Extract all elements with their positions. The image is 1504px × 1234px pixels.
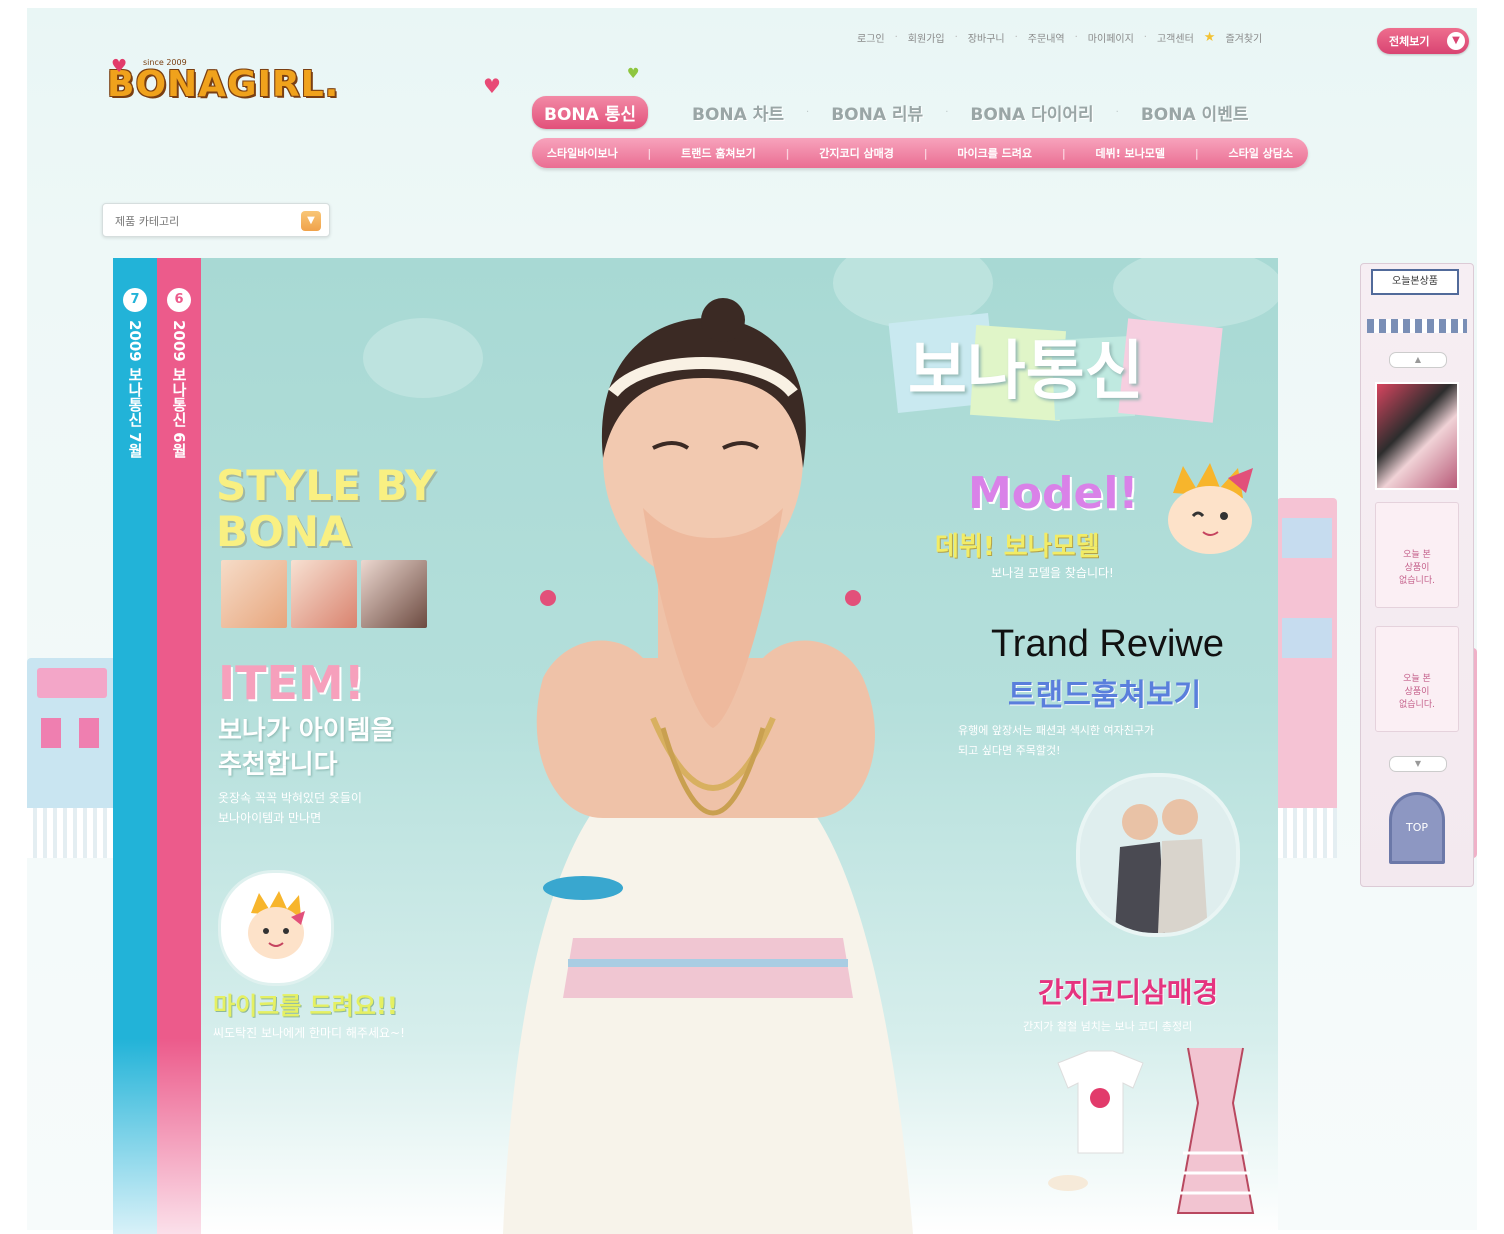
- nav-bona-diary[interactable]: BONA 다이어리: [970, 100, 1093, 125]
- category-select[interactable]: 제품 카테고리 ▼: [102, 203, 330, 237]
- trend-description-line: 유행에 앞장서는 패션과 색시한 여자친구가: [958, 724, 1155, 737]
- item-description: 옷장속 꼭꼭 박혀있던 옷들이 보나아이템과 만나면: [218, 788, 362, 828]
- model-description: 보나걸 모델을 찾습니다!: [991, 566, 1114, 580]
- logo-since: since 2009: [143, 58, 187, 67]
- style-by-line: STYLE BY: [216, 461, 436, 510]
- awning-decoration: [1367, 319, 1467, 333]
- trend-photo[interactable]: [1076, 773, 1240, 937]
- model-title[interactable]: Model!: [968, 468, 1139, 519]
- model-photo: [503, 298, 913, 1234]
- subnav-mic[interactable]: 마이크를 드려요: [957, 145, 1032, 161]
- chevron-down-icon: ▼: [301, 211, 321, 231]
- empty-text-line: 오늘 본: [1403, 550, 1431, 560]
- item-description-line: 보나아이템과 만나면: [218, 811, 322, 825]
- mic-title[interactable]: 마이크를 드려요!!: [213, 986, 398, 1021]
- nav-separator: ·: [1115, 107, 1119, 118]
- recent-item-empty-slot: 오늘 본 상품이 없습니다.: [1375, 502, 1459, 608]
- nav-bona-review[interactable]: BONA 리뷰: [831, 100, 923, 125]
- nav-separator: ·: [806, 107, 810, 118]
- issue-label: 2009 보나통신 6월: [170, 320, 188, 458]
- empty-text-line: 상품이: [1404, 687, 1430, 697]
- trend-photo-image: [1080, 777, 1236, 933]
- chevron-down-icon: ▼: [1447, 32, 1465, 50]
- recent-item-empty-slot: 오늘 본 상품이 없습니다.: [1375, 626, 1459, 732]
- recent-item-thumbnail[interactable]: [1375, 382, 1459, 490]
- trend-review-title[interactable]: Trand Reviwe: [991, 623, 1224, 666]
- mic-character-image[interactable]: [218, 870, 334, 986]
- character-icon: [248, 891, 305, 959]
- style-by-bona-title[interactable]: STYLE BY BONA: [216, 463, 436, 555]
- util-favorite-link[interactable]: 즐겨찾기: [1225, 30, 1262, 45]
- scroll-down-button[interactable]: ▼: [1389, 756, 1447, 772]
- top-label: TOP: [1405, 821, 1428, 834]
- util-mypage-link[interactable]: 마이페이지: [1088, 30, 1134, 45]
- issue-tab-june[interactable]: 6 2009 보나통신 6월: [157, 258, 201, 1234]
- all-view-label: 전체보기: [1389, 35, 1430, 48]
- logo-text: BONAGIRL.: [107, 64, 340, 105]
- top-button[interactable]: TOP: [1389, 792, 1445, 864]
- hero-banner: 7 2009 보나통신 7월 6 2009 보나통신 6월 STYLE BY B…: [113, 258, 1278, 1234]
- empty-text-line: 없습니다.: [1399, 576, 1435, 586]
- heart-icon: ♥: [483, 74, 501, 98]
- ganji-codi-description: 간지가 철철 넘치는 보나 코디 총정리: [1023, 1020, 1193, 1033]
- nav-separator: ·: [945, 107, 949, 118]
- ganji-codi-title[interactable]: 간지코디삼매경: [1038, 971, 1218, 1011]
- house-illustration: [1277, 498, 1337, 858]
- issue-number: 6: [167, 288, 191, 312]
- nav-bona-event[interactable]: BONA 이벤트: [1141, 100, 1249, 125]
- trend-description-line: 되고 싶다면 주목할것!: [958, 744, 1061, 757]
- empty-text-line: 상품이: [1404, 563, 1430, 573]
- cat-character-icon: [1168, 463, 1253, 554]
- subnav-model[interactable]: 데뷔! 보나모델: [1095, 145, 1165, 161]
- star-icon: ★: [1203, 30, 1216, 45]
- subnav-trend[interactable]: 트랜드 훔쳐보기: [681, 145, 756, 161]
- empty-text-line: 오늘 본: [1403, 674, 1431, 684]
- util-join-link[interactable]: 회원가입: [908, 30, 945, 45]
- item-subtitle-line: 추천합니다: [218, 750, 338, 780]
- bona-tongsin-title: 보나통신: [908, 335, 1144, 409]
- util-orders-link[interactable]: 주문내역: [1028, 30, 1065, 45]
- all-view-button[interactable]: 전체보기 ▼: [1377, 28, 1469, 54]
- logo[interactable]: ♥ since 2009 BONAGIRL.: [107, 56, 340, 105]
- main-nav: BONA 통신 BONA 차트 · BONA 리뷰 · BONA 다이어리 · …: [532, 96, 1270, 129]
- clothing-illustration: [1048, 1047, 1255, 1214]
- subnav-consult[interactable]: 스타일 상담소: [1228, 145, 1293, 161]
- trend-review-description: 유행에 앞장서는 패션과 색시한 여자친구가 되고 싶다면 주목할것!: [958, 721, 1154, 761]
- item-subtitle: 보나가 아이템을 추천합니다: [218, 714, 395, 782]
- style-by-line: BONA: [216, 507, 352, 556]
- issue-tab-july[interactable]: 7 2009 보나통신 7월: [113, 258, 157, 1234]
- style-thumbnails: [221, 560, 427, 628]
- utility-links: 로그인 · 회원가입 · 장바구니 · 주문내역 · 마이페이지 · 고객센터 ★ 즐겨찾…: [857, 30, 1263, 45]
- issue-number: 7: [123, 288, 147, 312]
- sub-nav: 스타일바이보나 | 트랜드 훔쳐보기 | 간지코디 삼매경 | 마이크를 드려요 | 데…: [532, 138, 1308, 168]
- subnav-style-by-bona[interactable]: 스타일바이보나: [547, 145, 618, 161]
- subnav-ganji[interactable]: 간지코디 삼매경: [819, 145, 894, 161]
- recent-items-label: 오늘본상품: [1371, 269, 1459, 295]
- scroll-up-button[interactable]: ▲: [1389, 352, 1447, 368]
- issue-label: 2009 보나통신 7월: [126, 320, 144, 458]
- item-description-line: 옷장속 꼭꼭 박혀있던 옷들이: [218, 791, 362, 805]
- util-support-link[interactable]: 고객센터: [1157, 30, 1194, 45]
- nav-bona-tongsin[interactable]: BONA 통신: [532, 96, 648, 129]
- category-select-value: 제품 카테고리: [115, 215, 180, 228]
- mic-description: 씨도탁진 보나에게 한마디 해주세요~!: [213, 1026, 405, 1040]
- house-illustration: [27, 658, 117, 858]
- model-subtitle: 데뷔! 보나모델: [935, 532, 1100, 562]
- heart-icon: ♥: [111, 56, 128, 77]
- recent-items-bar: 오늘본상품 ▲ 오늘 본 상품이 없습니다. 오늘 본 상품이 없습니다. ▼ …: [1360, 263, 1474, 887]
- trend-review-subtitle: 트랜드훔쳐보기: [1008, 678, 1202, 713]
- util-login-link[interactable]: 로그인: [857, 30, 885, 45]
- nav-bona-chart[interactable]: BONA 차트: [692, 100, 784, 125]
- item-subtitle-line: 보나가 아이템을: [218, 716, 395, 746]
- util-cart-link[interactable]: 장바구니: [968, 30, 1005, 45]
- style-thumbnail[interactable]: [291, 560, 357, 628]
- empty-text-line: 없습니다.: [1399, 700, 1435, 710]
- heart-icon: ♥: [627, 66, 640, 82]
- item-title[interactable]: ITEM!: [218, 656, 365, 710]
- style-thumbnail[interactable]: [361, 560, 427, 628]
- style-thumbnail[interactable]: [221, 560, 287, 628]
